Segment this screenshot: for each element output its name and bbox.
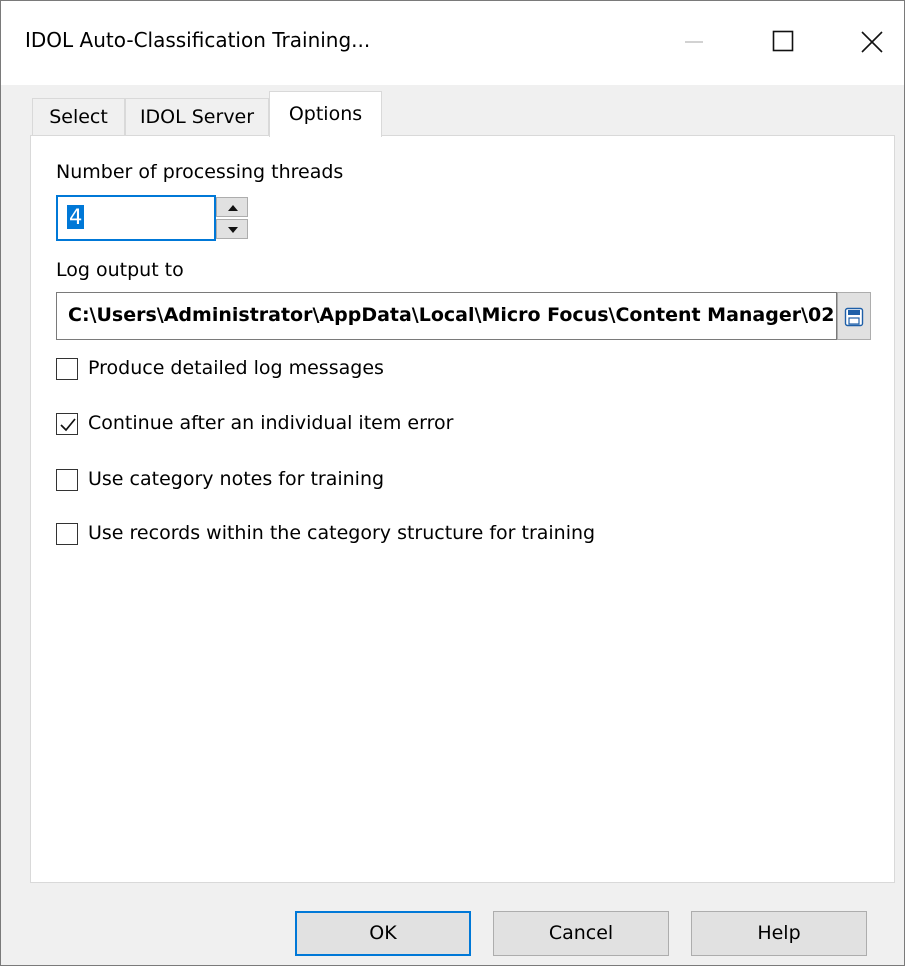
title-bar: IDOL Auto-Classification Training... (1, 1, 904, 85)
ok-button[interactable]: OK (295, 911, 471, 956)
tab-idol-server[interactable]: IDOL Server (125, 98, 269, 136)
category-records-label: Use records within the category structur… (88, 522, 596, 544)
detailed-log-checkbox[interactable] (56, 358, 78, 380)
spin-down-button[interactable] (216, 219, 248, 239)
cancel-button[interactable]: Cancel (493, 911, 669, 956)
category-notes-label: Use category notes for training (88, 468, 385, 490)
threads-label: Number of processing threads (56, 161, 344, 183)
tab-select[interactable]: Select (32, 98, 125, 136)
log-path-value: C:\Users\Administrator\AppData\Local\Mic… (68, 304, 835, 326)
detailed-log-label: Produce detailed log messages (88, 357, 384, 379)
maximize-icon (772, 30, 794, 52)
continue-on-error-label: Continue after an individual item error (88, 412, 454, 434)
checkmark-icon (60, 418, 76, 432)
category-records-checkbox[interactable] (56, 523, 78, 545)
continue-on-error-checkbox[interactable] (56, 413, 78, 435)
threads-value: 4 (67, 205, 85, 229)
help-button[interactable]: Help (691, 911, 867, 956)
maximize-button[interactable] (757, 19, 809, 65)
window-title: IDOL Auto-Classification Training... (25, 28, 371, 52)
floppy-disk-icon (844, 307, 864, 327)
log-path-input[interactable]: C:\Users\Administrator\AppData\Local\Mic… (56, 292, 837, 340)
browse-log-button[interactable] (837, 292, 871, 340)
threads-spinner (216, 197, 250, 241)
close-button[interactable] (846, 19, 898, 65)
threads-input[interactable]: 4 (56, 195, 216, 241)
log-output-label: Log output to (56, 259, 184, 281)
category-notes-checkbox[interactable] (56, 469, 78, 491)
spin-up-button[interactable] (216, 197, 248, 217)
arrow-down-icon (228, 227, 238, 233)
arrow-up-icon (228, 205, 238, 211)
dialog-window: IDOL Auto-Classification Training... Sel… (0, 0, 905, 966)
minimize-icon (685, 41, 703, 43)
tab-options[interactable]: Options (269, 91, 382, 137)
close-icon (861, 31, 883, 53)
minimize-button[interactable] (668, 19, 720, 65)
options-panel (30, 135, 895, 883)
